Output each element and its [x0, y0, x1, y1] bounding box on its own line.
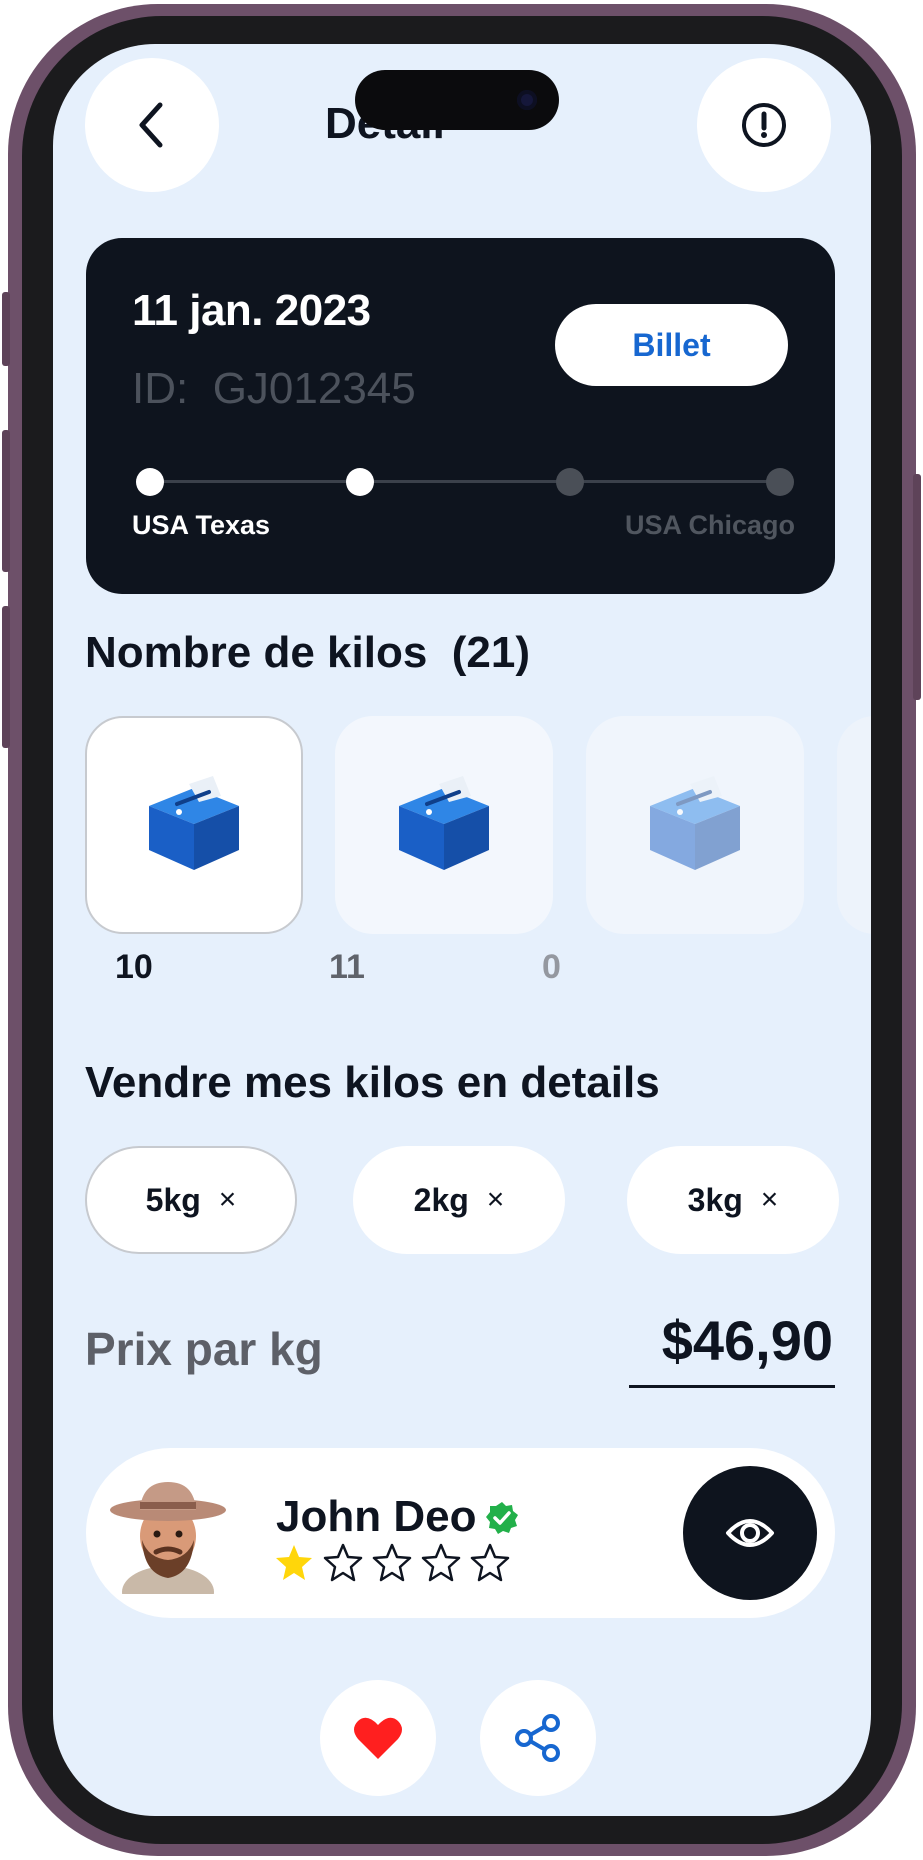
- box-icon: [149, 776, 239, 870]
- route-stop-1: [136, 468, 164, 496]
- star-filled-icon: [276, 1545, 312, 1580]
- view-profile-button[interactable]: [683, 1466, 817, 1600]
- route-stop-2: [346, 468, 374, 496]
- box-icon: [399, 776, 489, 870]
- kg-chip-2[interactable]: 2kg ×: [353, 1146, 565, 1254]
- exclamation-circle-icon: [742, 103, 786, 147]
- kilos-title: Nombre de kilos (21): [85, 628, 530, 678]
- star-empty-icon: [372, 1543, 412, 1582]
- billet-button[interactable]: Billet: [555, 304, 788, 386]
- like-button[interactable]: [320, 1680, 436, 1796]
- share-icon: [515, 1714, 560, 1762]
- seller-rating: [274, 1542, 510, 1582]
- kilos-count: (21): [451, 628, 531, 677]
- close-icon[interactable]: ×: [219, 1183, 237, 1217]
- price-underline: [629, 1385, 835, 1388]
- heart-icon: [354, 1717, 402, 1759]
- close-icon[interactable]: ×: [487, 1183, 505, 1217]
- box-icon: [650, 776, 740, 870]
- route-stop-4: [766, 468, 794, 496]
- route-track: [148, 480, 778, 483]
- ticket-id: ID: GJ012345: [132, 364, 416, 414]
- star-empty-icon: [323, 1543, 363, 1582]
- kg-chip-label: 3kg: [687, 1181, 743, 1218]
- kilo-option-2-value: 11: [329, 948, 365, 986]
- kg-chip-5[interactable]: 5kg ×: [85, 1146, 297, 1254]
- kilos-title-label: Nombre de kilos: [85, 628, 428, 677]
- route-origin: USA Texas: [132, 510, 271, 540]
- kilo-option-partial[interactable]: [837, 716, 871, 934]
- seller-card[interactable]: John Deo: [86, 1448, 835, 1618]
- share-button[interactable]: [480, 1680, 596, 1796]
- kg-chip-3[interactable]: 3kg ×: [627, 1146, 839, 1254]
- route-stop-3: [556, 468, 584, 496]
- side-button-action: [2, 292, 10, 366]
- kilo-option-2[interactable]: [335, 716, 553, 934]
- back-button[interactable]: [85, 58, 219, 192]
- kilo-option-1[interactable]: [85, 716, 303, 934]
- seller-name: John Deo: [276, 1492, 477, 1541]
- route-destination: USA Chicago: [624, 510, 795, 540]
- price-label: Prix par kg: [85, 1323, 323, 1375]
- kilo-option-3[interactable]: [586, 716, 804, 934]
- star-empty-icon: [470, 1543, 510, 1582]
- star-empty-icon: [421, 1543, 461, 1582]
- ticket-id-value: GJ012345: [212, 364, 416, 413]
- info-button[interactable]: [697, 58, 831, 192]
- side-button-volume-down: [2, 606, 10, 748]
- ticket-date: 11 jan. 2023: [132, 286, 371, 335]
- verified-badge-icon: [486, 1502, 518, 1534]
- eye-icon: [726, 1519, 774, 1547]
- chevron-left-icon: [139, 102, 163, 148]
- kilo-option-1-value: 10: [115, 948, 153, 986]
- dynamic-island: [355, 70, 559, 130]
- kg-chip-label: 2kg: [413, 1181, 469, 1218]
- app-screen: Detail 11 jan. 2023 ID: GJ012345 Billet …: [53, 44, 871, 1816]
- ticket-id-label: ID:: [132, 364, 189, 413]
- kilo-option-3-value: 0: [542, 948, 561, 986]
- price-value: $46,90: [661, 1309, 833, 1372]
- avatar: [110, 1482, 226, 1594]
- kg-chip-label: 5kg: [145, 1181, 201, 1218]
- camera-icon: [517, 90, 537, 110]
- side-button-volume-up: [2, 430, 10, 572]
- close-icon[interactable]: ×: [761, 1183, 779, 1217]
- details-title: Vendre mes kilos en details: [85, 1058, 660, 1107]
- ticket-card: 11 jan. 2023 ID: GJ012345 Billet USA Tex…: [86, 238, 835, 594]
- side-button-power: [913, 474, 921, 700]
